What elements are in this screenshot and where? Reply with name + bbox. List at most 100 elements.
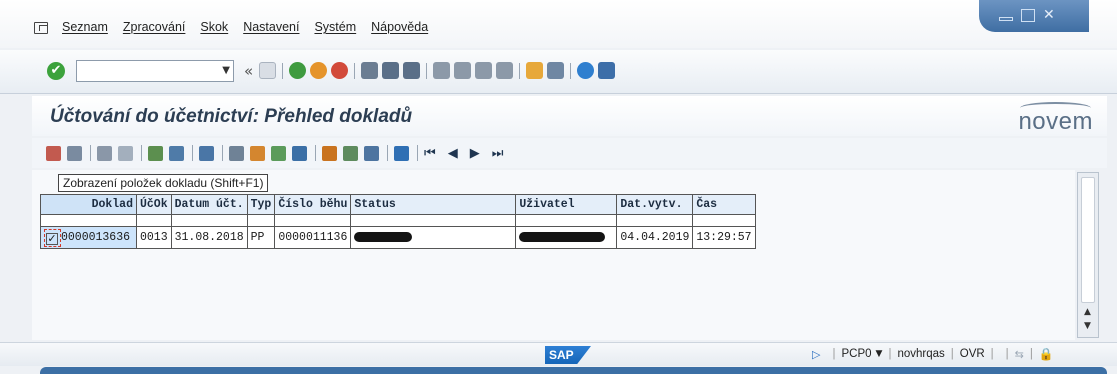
scroll-down-icon[interactable]: ▼ <box>1084 321 1091 331</box>
cell-ucok[interactable]: 0013 <box>136 226 172 249</box>
cell-dat-vytv[interactable]: 04.04.2019 <box>616 226 694 249</box>
menu-icon[interactable] <box>34 22 48 34</box>
menu-item-zpracovani[interactable]: Zpracování <box>123 20 186 34</box>
cell-doklad[interactable]: ✓ 0000013636 <box>40 226 137 249</box>
help-icon[interactable] <box>577 62 595 79</box>
chevron-down-icon[interactable]: ▼ <box>876 349 883 359</box>
separator <box>192 145 193 161</box>
column-header-status[interactable]: Status <box>350 194 517 215</box>
enter-check-icon[interactable]: ✔ <box>47 62 65 80</box>
play-icon[interactable]: ▷ <box>812 348 820 361</box>
column-header-cas[interactable]: Čas <box>692 194 756 215</box>
column-header-cislo-behu[interactable]: Číslo běhu <box>274 194 352 215</box>
next-page-icon[interactable] <box>475 62 493 79</box>
separator <box>570 62 572 79</box>
command-field[interactable]: ▼ <box>76 60 234 82</box>
column-header-datum-uct[interactable]: Datum účt. <box>170 194 248 215</box>
deselect-all-icon[interactable] <box>118 145 133 161</box>
separator <box>417 145 418 161</box>
display-items-icon[interactable] <box>46 145 61 161</box>
total-icon[interactable] <box>229 145 244 161</box>
minimize-icon[interactable] <box>999 17 1013 21</box>
filter-icon[interactable] <box>199 145 214 161</box>
scroll-up-icon[interactable]: ▲ <box>1084 307 1091 317</box>
column-header-doklad[interactable]: Doklad <box>40 194 137 215</box>
menu-item-skok[interactable]: Skok <box>200 20 228 34</box>
print-icon[interactable] <box>361 62 379 79</box>
separator <box>222 145 223 161</box>
separator: | <box>888 348 892 360</box>
save-layout-icon[interactable] <box>364 145 379 161</box>
cell-status[interactable] <box>350 226 517 249</box>
choose-layout-icon[interactable] <box>343 145 358 161</box>
separator: | <box>1029 348 1033 360</box>
separator <box>426 62 428 79</box>
subtotal-icon[interactable] <box>250 145 265 161</box>
sort-descending-icon[interactable] <box>169 145 184 161</box>
row-selection[interactable]: ✓ <box>44 228 61 247</box>
last-record-icon[interactable]: ⏭ <box>492 146 504 161</box>
new-session-icon[interactable] <box>526 62 544 79</box>
maximize-icon[interactable] <box>1021 9 1035 22</box>
lock-icon[interactable]: 🔒 <box>1039 347 1054 361</box>
exit-icon[interactable] <box>310 62 328 79</box>
chevron-down-icon[interactable]: ▼ <box>222 65 230 76</box>
column-header-ucok[interactable]: ÚčOk <box>136 194 172 215</box>
previous-record-icon[interactable]: ◀ <box>448 146 458 161</box>
table-row[interactable]: ✓ 0000013636 0013 31.08.2018 PP 000001113… <box>40 226 756 249</box>
back-icon[interactable] <box>289 62 307 79</box>
previous-page-icon[interactable] <box>454 62 472 79</box>
tooltip: Zobrazení položek dokladu (Shift+F1) <box>58 174 269 192</box>
cell-cislo-behu[interactable]: 0000011136 <box>274 226 352 249</box>
menu-bar: Seznam Zpracování Skok Nastavení Systém … <box>0 0 1117 48</box>
scrollbar-track[interactable] <box>1081 177 1095 303</box>
layout-icon[interactable] <box>322 145 337 161</box>
info-icon[interactable] <box>394 145 409 161</box>
separator <box>519 62 521 79</box>
shortcut-icon[interactable] <box>547 62 565 79</box>
next-record-icon[interactable]: ▶ <box>470 146 480 161</box>
collapse-chevron-icon[interactable]: « <box>244 62 253 80</box>
cell-datum-uct[interactable]: 31.08.2018 <box>170 226 248 249</box>
export-icon[interactable] <box>271 145 286 161</box>
column-header-dat-vytv[interactable]: Dat.vytv. <box>616 194 694 215</box>
application-toolbar-icons: ⏮ ◀ ▶ ⏭ <box>46 145 515 161</box>
menu-item-napoveda[interactable]: Nápověda <box>371 20 428 34</box>
customize-layout-icon[interactable] <box>598 62 616 79</box>
first-record-icon[interactable]: ⏮ <box>424 146 436 161</box>
details-icon[interactable] <box>67 145 82 161</box>
cell-typ[interactable]: PP <box>246 226 276 249</box>
save-icon[interactable] <box>259 62 277 79</box>
vertical-scrollbar[interactable]: ▲ ▼ <box>1077 172 1099 338</box>
find-icon[interactable] <box>382 62 400 79</box>
table-header-row: Doklad ÚčOk Datum účt. Typ Číslo běhu St… <box>40 194 756 215</box>
cell-cas[interactable]: 13:29:57 <box>692 226 756 249</box>
tab-order-icon[interactable]: ⇆ <box>1015 348 1024 361</box>
window-controls: ✕ <box>979 0 1089 32</box>
insert-mode[interactable]: OVR <box>960 348 985 360</box>
column-header-uzivatel[interactable]: Uživatel <box>515 194 618 215</box>
menu-item-system[interactable]: Systém <box>314 20 356 34</box>
last-page-icon[interactable] <box>496 62 514 79</box>
standard-toolbar-icons: « <box>244 62 619 80</box>
print-preview-icon[interactable] <box>292 145 307 161</box>
separator: | <box>832 348 836 360</box>
close-icon[interactable]: ✕ <box>1043 8 1057 22</box>
menu-item-nastaveni[interactable]: Nastavení <box>243 20 299 34</box>
separator: | <box>950 348 954 360</box>
separator: | <box>1005 348 1009 360</box>
system-id[interactable]: PCP0 <box>841 348 871 360</box>
row-checkbox[interactable]: ✓ <box>46 232 58 245</box>
cell-uzivatel[interactable] <box>515 226 618 249</box>
table-spacer-row <box>40 214 756 227</box>
find-next-icon[interactable] <box>403 62 421 79</box>
menu-item-seznam[interactable]: Seznam <box>62 20 108 34</box>
select-all-icon[interactable] <box>97 145 112 161</box>
cancel-icon[interactable] <box>331 62 349 79</box>
first-page-icon[interactable] <box>433 62 451 79</box>
sort-ascending-icon[interactable] <box>148 145 163 161</box>
column-header-typ[interactable]: Typ <box>246 194 276 215</box>
application-toolbar: ⏮ ◀ ▶ ⏭ <box>32 138 1107 168</box>
separator <box>282 62 284 79</box>
system-info: ▷ | PCP0 ▼ | novhrqas | OVR | | ⇆ | 🔒 <box>812 347 1054 361</box>
